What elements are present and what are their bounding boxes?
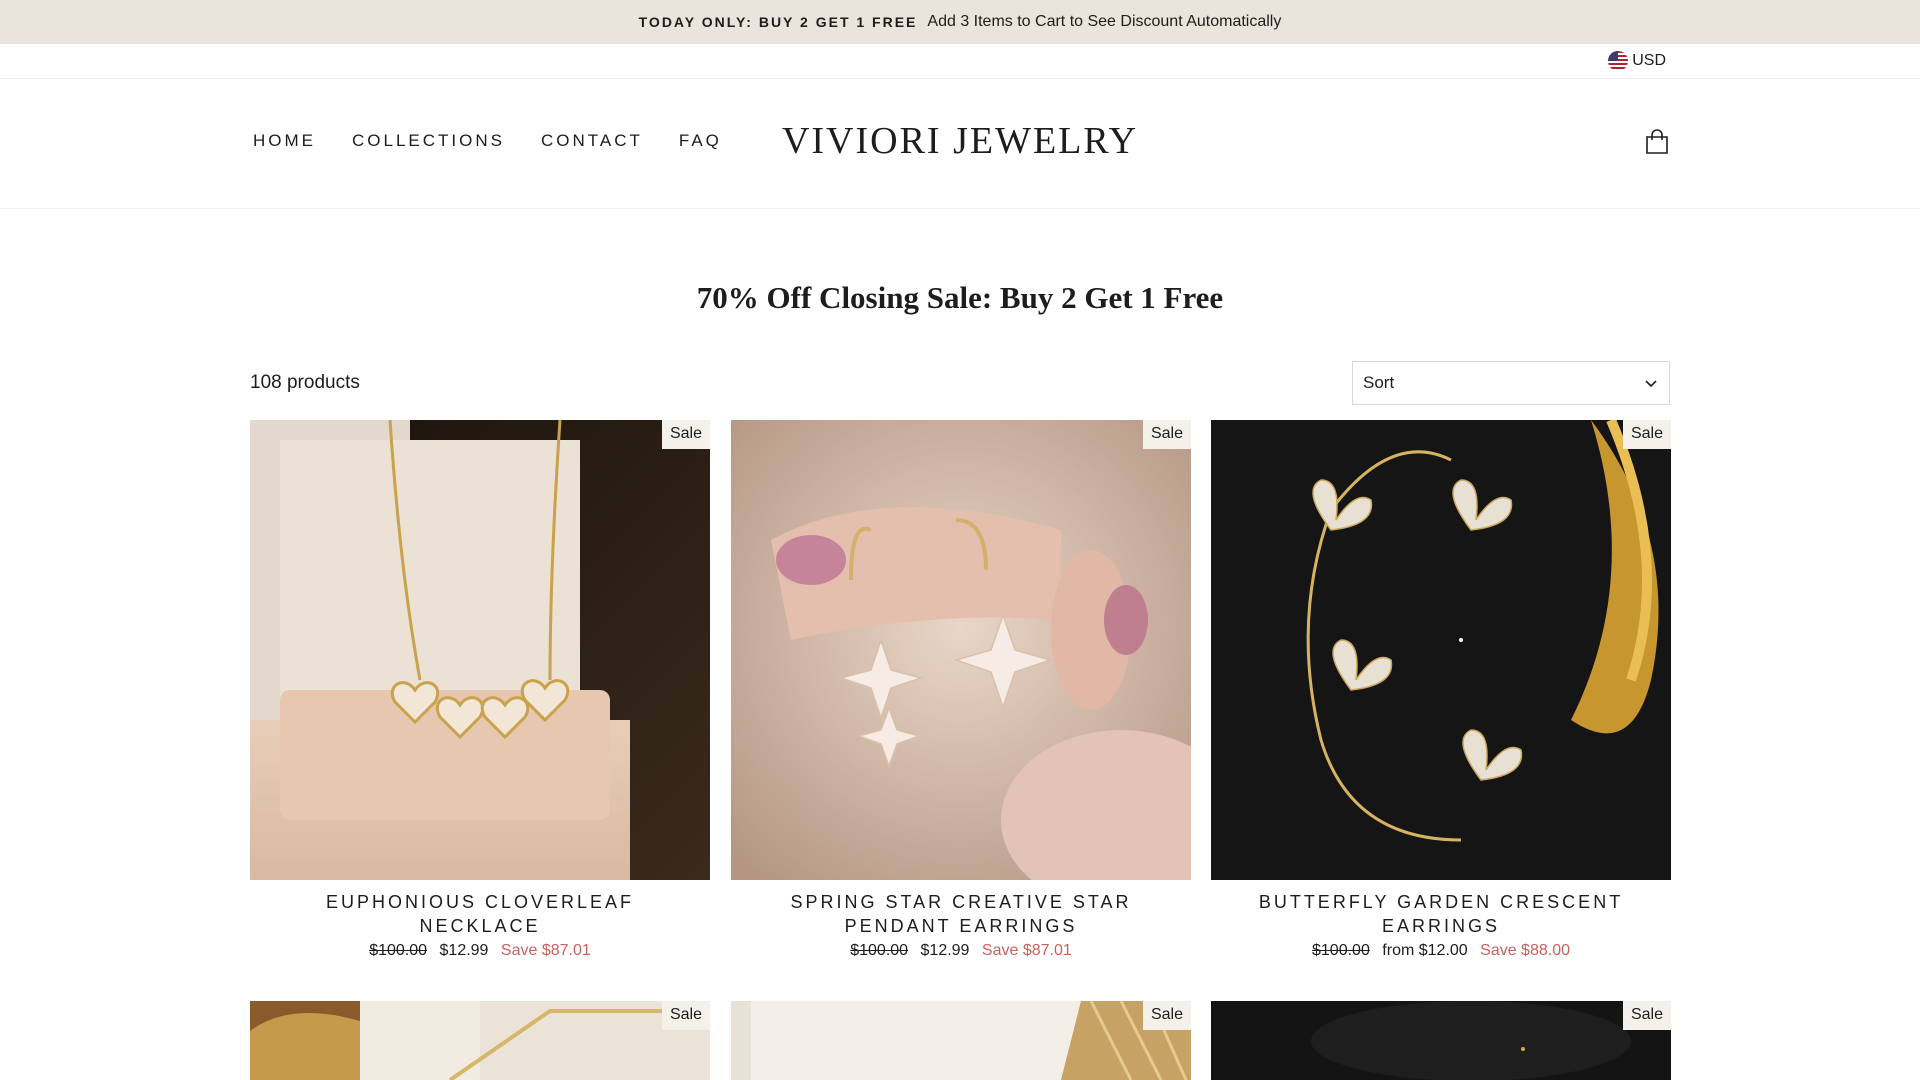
product-card[interactable]: Sale [1211, 1001, 1671, 1080]
shopping-bag-icon[interactable] [1645, 129, 1669, 155]
sort-label: Sort [1363, 373, 1395, 392]
product-price: $100.00 $12.99 Save $87.01 [250, 942, 710, 960]
sale-badge: Sale [661, 1001, 710, 1030]
product-card[interactable]: Sale SPRING STAR CREATIVE STAR PENDANT E… [731, 420, 1191, 960]
compare-price: $100.00 [369, 942, 428, 959]
sale-price: from $12.00 [1382, 942, 1468, 959]
product-count: 108 products [250, 372, 360, 393]
product-price: $100.00 from $12.00 Save $88.00 [1211, 942, 1671, 960]
site-header: HOME COLLECTIONS CONTACT FAQ VIVIORI JEW… [0, 79, 1920, 209]
product-name[interactable]: SPRING STAR CREATIVE STAR PENDANT EARRIN… [731, 890, 1191, 938]
product-card[interactable]: Sale [250, 1001, 710, 1080]
product-image[interactable]: Sale [250, 1001, 710, 1080]
compare-price: $100.00 [850, 942, 909, 959]
product-image[interactable]: Sale [1211, 1001, 1671, 1080]
sale-price: $12.99 [439, 942, 489, 959]
us-flag-icon [1608, 51, 1629, 71]
announcement-text: Add 3 Items to Cart to See Discount Auto… [927, 13, 1282, 30]
product-image-star-earrings[interactable]: Sale [731, 420, 1191, 880]
sale-badge: Sale [1142, 1001, 1191, 1030]
sale-badge: Sale [1622, 420, 1671, 449]
product-price: $100.00 $12.99 Save $87.01 [731, 942, 1191, 960]
product-image[interactable]: Sale [731, 1001, 1191, 1080]
sale-badge: Sale [1622, 1001, 1671, 1030]
site-logo[interactable]: VIVIORI JEWELRY [0, 119, 1920, 163]
sale-badge: Sale [661, 420, 710, 449]
compare-price: $100.00 [1312, 942, 1370, 959]
product-image-necklace[interactable]: Sale [250, 420, 710, 880]
savings-text: Save $87.01 [500, 942, 591, 959]
sale-badge: Sale [1142, 420, 1191, 449]
savings-text: Save $88.00 [1480, 942, 1570, 959]
chevron-down-icon [1645, 373, 1657, 393]
sale-price: $12.99 [920, 942, 970, 959]
currency-label: USD [1632, 52, 1666, 69]
savings-text: Save $87.01 [981, 942, 1072, 959]
product-image-butterfly-earrings[interactable]: Sale [1211, 420, 1671, 880]
announcement-bar: TODAY ONLY: BUY 2 GET 1 FREE Add 3 Items… [0, 0, 1920, 44]
product-card[interactable]: Sale EUPHONIOUS CLOVERLEAF NECKLACE $100… [250, 420, 710, 960]
utility-bar: USD [0, 44, 1920, 79]
page-title: 70% Off Closing Sale: Buy 2 Get 1 Free [696, 280, 1224, 315]
product-card[interactable]: Sale [731, 1001, 1191, 1080]
sort-select[interactable]: Sort [1352, 361, 1670, 405]
product-name[interactable]: BUTTERFLY GARDEN CRESCENT EARRINGS [1211, 890, 1671, 938]
product-name[interactable]: EUPHONIOUS CLOVERLEAF NECKLACE [250, 890, 710, 938]
currency-selector[interactable]: USD [1608, 51, 1666, 71]
announcement-bold: TODAY ONLY: BUY 2 GET 1 FREE [638, 14, 918, 30]
product-card[interactable]: Sale BUTTERFLY GARDEN CRESCENT EARRINGS … [1211, 420, 1671, 960]
